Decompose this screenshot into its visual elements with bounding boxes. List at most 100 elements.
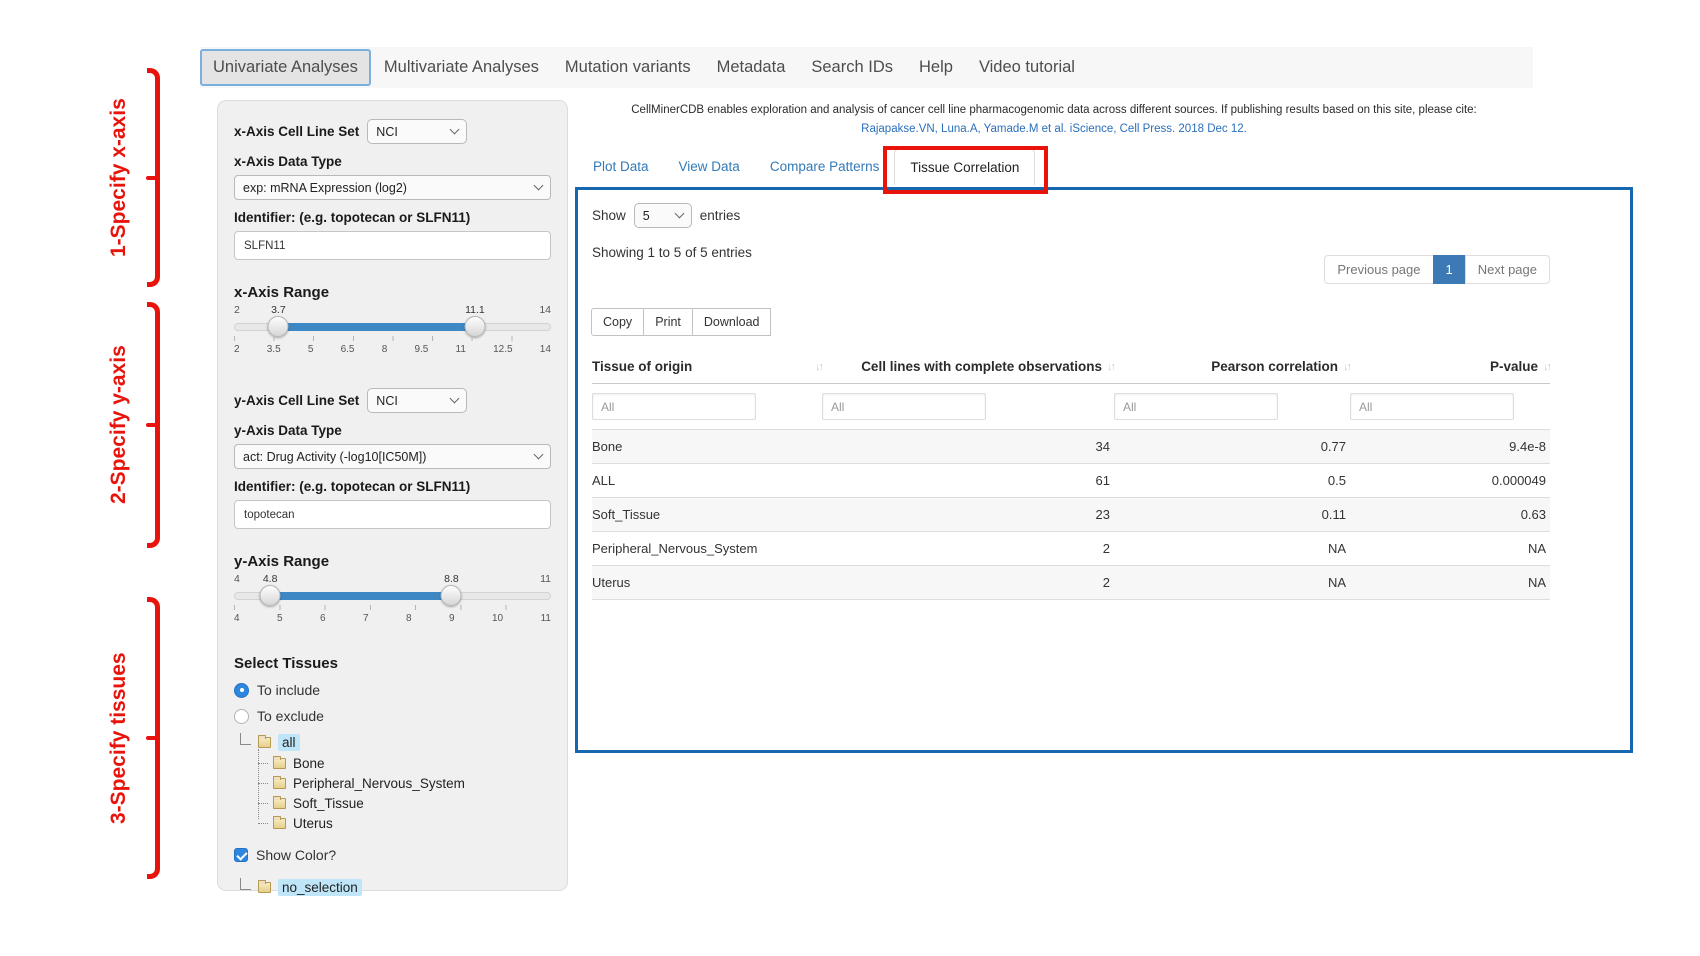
folder-icon: [258, 737, 271, 748]
page-length-select[interactable]: 5: [634, 203, 692, 228]
filter-input-pvalue[interactable]: [1350, 393, 1514, 420]
cell-pvalue: NA: [1350, 575, 1550, 590]
slider-handle-low[interactable]: [268, 316, 289, 337]
nav-tab[interactable]: Metadata: [704, 50, 799, 85]
subtab[interactable]: View Data: [664, 149, 755, 185]
analysis-subtabs: Plot DataView DataCompare PatternsTissue…: [578, 149, 1035, 185]
column-header-label: P-value: [1490, 359, 1538, 374]
sort-icon[interactable]: ↓↑: [1107, 361, 1114, 373]
y-data-type-value: act: Drug Activity (-log10[IC50M]): [243, 450, 426, 464]
subtab[interactable]: Tissue Correlation: [894, 149, 1035, 185]
slider-handle-low[interactable]: [260, 585, 281, 606]
subtab[interactable]: Compare Patterns: [755, 149, 895, 185]
nav-tab[interactable]: Multivariate Analyses: [371, 50, 552, 85]
tree-node[interactable]: Soft_Tissue: [258, 793, 551, 813]
y-cell-line-set-select[interactable]: NCI: [367, 388, 467, 413]
folder-icon: [273, 778, 286, 789]
radio-unselected-icon: [234, 709, 249, 724]
page-number-button[interactable]: 1: [1433, 255, 1466, 284]
cell-tissue: Uterus: [592, 575, 822, 590]
table-row[interactable]: Bone 34 0.77 9.4e-8: [592, 430, 1550, 464]
tree-node[interactable]: Peripheral_Nervous_System: [258, 773, 551, 793]
y-range-high-value: 8.8: [444, 573, 459, 585]
tree-connector: [240, 878, 251, 890]
filter-input-tissue[interactable]: [592, 393, 756, 420]
export-button[interactable]: Download: [692, 308, 772, 336]
cell-cell-lines: 2: [822, 575, 1114, 590]
citation-text: CellMinerCDB enables exploration and ana…: [575, 104, 1533, 116]
tree-node-label: Peripheral_Nervous_System: [289, 775, 469, 792]
include-radio-label: To include: [257, 682, 320, 698]
x-range-low-value: 3.7: [271, 304, 286, 316]
nav-tab[interactable]: Help: [906, 50, 966, 85]
table-row[interactable]: Peripheral_Nervous_System 2 NA NA: [592, 532, 1550, 566]
y-identifier-input[interactable]: [234, 500, 551, 529]
slider-handle-high[interactable]: [441, 585, 462, 606]
annotation-step3-bracket: [147, 597, 160, 879]
table-row[interactable]: ALL 61 0.5 0.000049: [592, 464, 1550, 498]
cell-tissue: Soft_Tissue: [592, 507, 822, 522]
nav-tab[interactable]: Mutation variants: [552, 50, 704, 85]
export-button[interactable]: Print: [643, 308, 693, 336]
slider-fill: [271, 592, 451, 600]
export-button-group: CopyPrintDownload: [592, 308, 1550, 336]
filter-input-cell-lines[interactable]: [822, 393, 986, 420]
top-navigation: Univariate AnalysesMultivariate Analyses…: [200, 47, 1533, 88]
show-color-checkbox[interactable]: Show Color?: [234, 847, 551, 863]
column-header-pearson[interactable]: Pearson correlation ↓↑: [1114, 359, 1350, 374]
y-range-max: 11: [540, 573, 551, 585]
x-range-slider[interactable]: 2 14 3.7 11.1 23.556.589.51112.514: [234, 304, 551, 362]
table-row[interactable]: Soft_Tissue 23 0.11 0.63: [592, 498, 1550, 532]
tree-connector: [240, 733, 251, 745]
y-cell-line-set-value: NCI: [376, 394, 398, 408]
previous-page-button[interactable]: Previous page: [1324, 255, 1433, 284]
x-cell-line-set-select[interactable]: NCI: [367, 119, 467, 144]
nav-tab[interactable]: Search IDs: [798, 50, 906, 85]
tick-label: 11: [456, 344, 466, 355]
x-identifier-input[interactable]: [234, 231, 551, 260]
tick-label: 12.5: [493, 344, 512, 355]
filter-input-pearson[interactable]: [1114, 393, 1278, 420]
table-body: Bone 34 0.77 9.4e-8 ALL 61 0.5 0.000049 …: [592, 430, 1550, 600]
tree-node[interactable]: Bone: [258, 753, 551, 773]
subtab[interactable]: Plot Data: [578, 149, 664, 185]
y-data-type-select[interactable]: act: Drug Activity (-log10[IC50M]): [234, 444, 551, 469]
cell-pearson: 0.11: [1114, 507, 1350, 522]
tree-node[interactable]: Uterus: [258, 813, 551, 833]
column-header-tissue[interactable]: Tissue of origin ↓↑: [592, 359, 822, 374]
citation-link[interactable]: Rajapakse.VN, Luna.A, Yamade.M et al. iS…: [575, 123, 1533, 135]
next-page-button[interactable]: Next page: [1465, 255, 1550, 284]
tree-node-label: Bone: [289, 755, 329, 772]
table-header-row: Tissue of origin ↓↑ Cell lines with comp…: [592, 349, 1550, 384]
folder-icon: [273, 818, 286, 829]
x-range-label: x-Axis Range: [234, 284, 551, 301]
sort-icon[interactable]: ↓↑: [1343, 361, 1350, 373]
nav-tab[interactable]: Univariate Analyses: [200, 49, 371, 86]
cell-pearson: NA: [1114, 575, 1350, 590]
tree-node-all[interactable]: all: [234, 734, 551, 751]
annotation-step1-bracket: [147, 68, 160, 287]
x-data-type-select[interactable]: exp: mRNA Expression (log2): [234, 175, 551, 200]
sort-icon[interactable]: ↓↑: [1543, 361, 1550, 373]
column-header-pvalue[interactable]: P-value ↓↑: [1350, 359, 1550, 374]
tree-node-no-selection[interactable]: no_selection: [234, 879, 551, 896]
cell-pvalue: 0.000049: [1350, 473, 1550, 488]
tick-label: 11: [541, 613, 551, 624]
sort-icon[interactable]: ↓↑: [815, 361, 822, 373]
include-radio[interactable]: To include: [234, 682, 551, 698]
cell-pearson: 0.5: [1114, 473, 1350, 488]
column-header-cell-lines[interactable]: Cell lines with complete observations ↓↑: [822, 359, 1114, 374]
tissue-tree: all Bone Peripheral_Nervous_System Soft_…: [234, 734, 551, 833]
y-data-type-label: y-Axis Data Type: [234, 423, 551, 438]
slider-tickmarks: [234, 336, 551, 341]
y-range-slider[interactable]: 4 11 4.8 8.8 4567891011: [234, 573, 551, 631]
annotation-step2-bracket: [147, 302, 160, 548]
export-button[interactable]: Copy: [591, 308, 644, 336]
x-range-max: 14: [539, 304, 551, 316]
cell-tissue: ALL: [592, 473, 822, 488]
column-header-label: Cell lines with complete observations: [861, 359, 1102, 374]
exclude-radio[interactable]: To exclude: [234, 708, 551, 724]
slider-handle-high[interactable]: [464, 316, 485, 337]
table-row[interactable]: Uterus 2 NA NA: [592, 566, 1550, 600]
nav-tab[interactable]: Video tutorial: [966, 50, 1088, 85]
